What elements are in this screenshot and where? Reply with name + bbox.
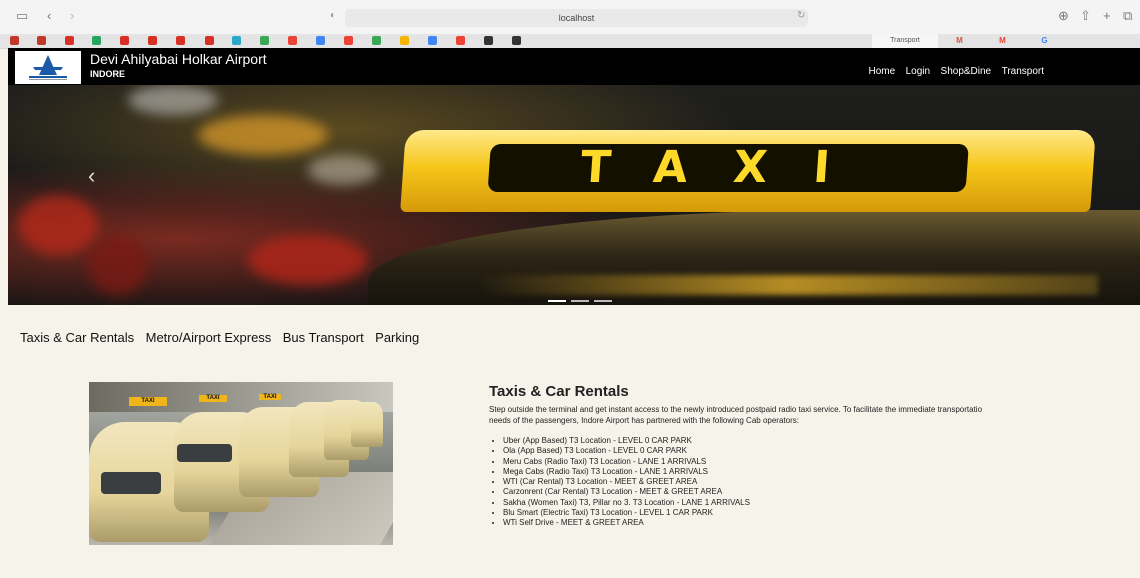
tab-bus-transport[interactable]: Bus Transport [283, 330, 364, 345]
photo-taxi [351, 402, 383, 447]
list-item: WTi Self Drive - MEET & GREET AREA [503, 518, 750, 528]
bokeh-light [18, 195, 98, 255]
bokeh-light [308, 155, 378, 185]
tab-favicon[interactable] [37, 36, 46, 45]
intro-line: Step outside the terminal and get instan… [489, 405, 983, 414]
tab-favicon[interactable] [428, 36, 437, 45]
carousel-prev-icon[interactable]: ‹ [88, 163, 95, 189]
carousel-indicator[interactable] [571, 300, 589, 302]
hero-carousel: TAXI ‹ [8, 85, 1140, 305]
tab-overview-icon[interactable]: ⧉ [1123, 8, 1132, 24]
google-icon[interactable]: G [1040, 36, 1049, 45]
nav-shop-dine[interactable]: Shop&Dine [941, 66, 992, 77]
tab-favicon[interactable] [205, 36, 214, 45]
tab-favicon[interactable] [65, 36, 74, 45]
photo-windshield [177, 444, 232, 462]
airport-logo[interactable] [15, 51, 81, 84]
list-item: Carzonrent (Car Rental) T3 Location - ME… [503, 487, 750, 497]
bokeh-light [198, 115, 328, 155]
content-heading: Taxis & Car Rentals [489, 383, 629, 400]
tab-favicon[interactable] [120, 36, 129, 45]
gmail-icon[interactable]: M [998, 36, 1007, 45]
forward-icon[interactable]: › [70, 8, 74, 24]
tab-favicon[interactable] [10, 36, 19, 45]
taxi-sign-text: TAXI [578, 142, 878, 193]
list-item: Sakha (Women Taxi) T3, Pillar no 3. T3 L… [503, 498, 750, 508]
new-tab-icon[interactable]: + [1103, 8, 1111, 24]
photo-taxi-sign: TAXI [129, 397, 167, 406]
taxi-sign: TAXI [400, 130, 1096, 212]
list-item: WTI (Car Rental) T3 Location - MEET & GR… [503, 477, 750, 487]
address-bar[interactable]: localhost [345, 9, 808, 27]
carousel-indicators [548, 289, 617, 305]
list-item: Uber (App Based) T3 Location - LEVEL 0 C… [503, 436, 750, 446]
bokeh-light [128, 85, 218, 115]
tab-favicon[interactable] [316, 36, 325, 45]
carousel-indicator[interactable] [594, 300, 612, 302]
list-item: Blu Smart (Electric Taxi) T3 Location - … [503, 508, 750, 518]
reload-icon[interactable]: ↻ [797, 10, 805, 21]
list-item: Ola (App Based) T3 Location - LEVEL 0 CA… [503, 446, 750, 456]
nav-transport[interactable]: Transport [1002, 66, 1044, 77]
tab-transport[interactable]: Transport [872, 34, 938, 48]
tab-bar: M M G Transport [0, 34, 1140, 49]
tab-favicon[interactable] [372, 36, 381, 45]
list-item: Mega Cabs (Radio Taxi) T3 Location - LAN… [503, 467, 750, 477]
nav-home[interactable]: Home [868, 66, 895, 77]
share-icon[interactable]: ⇧ [1080, 8, 1091, 24]
tab-parking[interactable]: Parking [375, 330, 419, 345]
photo-windshield [101, 472, 161, 494]
tab-favicon[interactable] [148, 36, 157, 45]
tab-metro-airport-express[interactable]: Metro/Airport Express [146, 330, 272, 345]
photo-taxi-sign: TAXI [199, 395, 227, 402]
tab-favicon[interactable] [260, 36, 269, 45]
mail-icon[interactable]: M [955, 36, 964, 45]
tab-favicon[interactable] [456, 36, 465, 45]
list-item: Meru Cabs (Radio Taxi) T3 Location - LAN… [503, 457, 750, 467]
photo-taxi-sign: TAXI [259, 394, 281, 400]
bokeh-light [88, 235, 148, 295]
site-header: Devi Ahilyabai Holkar Airport INDORE Hom… [8, 48, 1140, 85]
download-icon[interactable]: ⊕ [1058, 8, 1069, 24]
sidebar-icon[interactable]: ▭ [16, 8, 28, 24]
tab-favicon[interactable] [288, 36, 297, 45]
nav-login[interactable]: Login [906, 66, 930, 77]
tab-taxis-car-rentals[interactable]: Taxis & Car Rentals [20, 330, 134, 345]
content-intro: Step outside the terminal and get instan… [489, 404, 1140, 426]
taxi-sign-panel: TAXI [487, 142, 969, 193]
browser-toolbar: ▭ ‹ › ◐ localhost ↻ ⊕ ⇧ + ⧉ [0, 0, 1140, 35]
tab-favicon[interactable] [92, 36, 101, 45]
site-subtitle: INDORE [90, 69, 126, 79]
back-icon[interactable]: ‹ [47, 8, 51, 24]
bokeh-light [248, 235, 368, 285]
site-title: Devi Ahilyabai Holkar Airport [90, 51, 267, 67]
intro-line: needs of the passengers, Indore Airport … [489, 416, 799, 425]
reader-icon[interactable]: ◐ [330, 10, 336, 21]
tab-favicon[interactable] [484, 36, 493, 45]
tab-favicon[interactable] [232, 36, 241, 45]
tab-favicon[interactable] [512, 36, 521, 45]
tab-favicon[interactable] [344, 36, 353, 45]
main-nav: Home Login Shop&Dine Transport [862, 61, 1044, 79]
tab-favicon[interactable] [400, 36, 409, 45]
cab-operators-list: Uber (App Based) T3 Location - LEVEL 0 C… [489, 436, 750, 529]
taxi-line-photo: TAXI TAXI TAXI [89, 382, 393, 545]
carousel-indicator[interactable] [548, 300, 566, 302]
transport-section-tabs: Taxis & Car Rentals Metro/Airport Expres… [20, 329, 426, 347]
tab-favicon[interactable] [176, 36, 185, 45]
